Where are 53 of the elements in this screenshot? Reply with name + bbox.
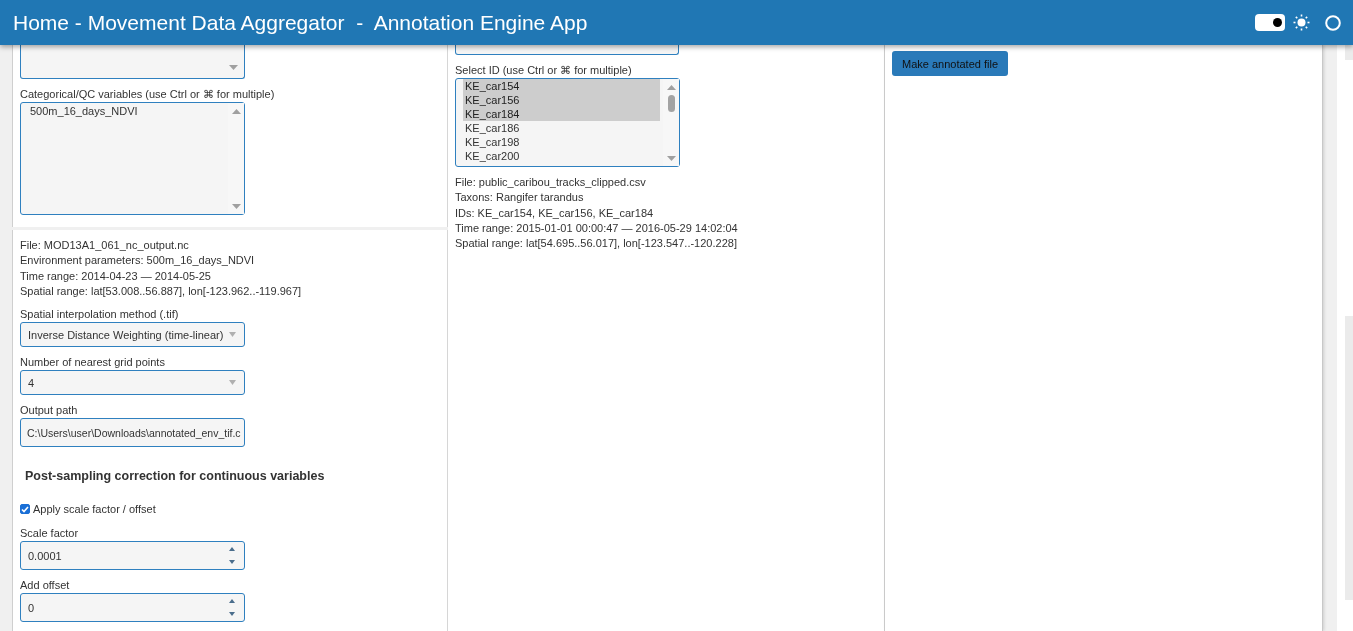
info-text: Environment parameters: 500m_16_days_NDVI: [20, 253, 256, 269]
caret-icon[interactable]: [229, 332, 236, 338]
caret-icon[interactable]: [229, 380, 236, 386]
scroll-up-icon[interactable]: [231, 109, 241, 114]
field-label: Categorical/QC variables (use Ctrl or ⌘ for multiple): [20, 87, 276, 101]
number-input[interactable]: 0: [20, 593, 245, 623]
info-text: Time range: 2015-01-01 00:00:47 — 2016-05-29 14:02:04: [455, 220, 739, 236]
list-option[interactable]: KE_car156: [463, 93, 660, 107]
spin-down-icon[interactable]: [229, 612, 235, 617]
make-file-button[interactable]: Make annotated file: [892, 51, 1008, 76]
info-text: Spatial range: lat[53.008..56.887], lon[-123.962..-119.967]: [20, 283, 303, 299]
info-text: File: public_caribou_tracks_clipped.csv: [455, 175, 647, 190]
checkbox-label: Apply scale factor / offset: [33, 502, 156, 517]
checkbox[interactable]: [20, 504, 30, 515]
section-heading: Post-sampling correction for continuous variables: [24, 468, 326, 485]
dropdown[interactable]: Inverse Distance Weighting (time-linear): [20, 322, 245, 348]
spin-up-icon[interactable]: [229, 599, 235, 604]
sun-icon: [1293, 14, 1310, 31]
scroll-up-icon[interactable]: [666, 85, 676, 90]
field-label: Select ID (use Ctrl or ⌘ for multiple): [455, 63, 633, 77]
theme-toggle[interactable]: [1255, 14, 1285, 31]
field-label: Output path: [20, 403, 79, 418]
info-text: Spatial range: lat[54.695..56.017], lon[-123.547..-120.228]: [455, 236, 738, 252]
field-label: Number of nearest grid points: [20, 355, 166, 370]
field-label: Spatial interpolation method (.tif): [20, 307, 180, 322]
scroll-down-icon[interactable]: [229, 65, 238, 70]
scroll-down-icon[interactable]: [666, 156, 676, 161]
info-text: Time range: 2014-04-23 — 2014-05-25: [20, 268, 212, 284]
info-text: IDs: KE_car154, KE_car156, KE_car184: [455, 205, 655, 221]
list-option[interactable]: KE_car184: [463, 107, 660, 121]
scroll-down-icon[interactable]: [231, 204, 241, 209]
list-option[interactable]: KE_car154: [463, 79, 660, 93]
dropdown[interactable]: [455, 45, 679, 55]
info-text: File: MOD13A1_061_nc_output.nc: [20, 238, 190, 253]
input-field[interactable]: [1345, 45, 1353, 60]
circle-icon: [1325, 14, 1341, 31]
list-box[interactable]: KE_car154 KE_car156 KE_car184 KE_car186 KE_car198 KE_car200: [455, 78, 680, 167]
field-label: Scale factor: [20, 526, 80, 541]
scrollbar-thumb[interactable]: [667, 95, 675, 112]
app-title: Home - Movement Data Aggregator - Annotation Engine App: [13, 9, 588, 36]
number-input[interactable]: 0.0001: [20, 541, 245, 571]
field-label: Add offset: [20, 578, 71, 593]
list-box[interactable]: [20, 45, 245, 79]
list-option[interactable]: KE_car186: [463, 121, 660, 135]
text-input[interactable]: C:\Users\user\Downloads\annotated_env_tif.c: [20, 418, 245, 448]
spin-down-icon[interactable]: [229, 560, 235, 565]
spin-up-icon[interactable]: [229, 547, 235, 552]
list-box[interactable]: 500m_16_days_NDVI: [20, 102, 245, 215]
list-option[interactable]: 500m_16_days_NDVI: [28, 104, 225, 118]
dropdown[interactable]: 4: [20, 370, 245, 396]
list-option[interactable]: KE_car200: [463, 149, 660, 163]
list-option[interactable]: KE_car198: [463, 135, 660, 149]
info-text: Taxons: Rangifer tarandus: [455, 190, 585, 206]
